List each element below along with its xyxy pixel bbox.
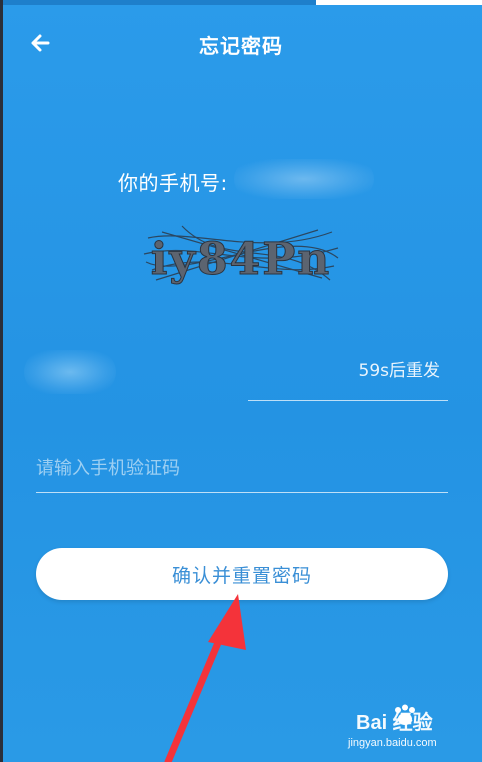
- phone-label: 你的手机号:: [118, 171, 228, 195]
- status-bar-white-segment: [316, 0, 482, 5]
- code-underline: [248, 400, 448, 401]
- annotation-arrow-icon: [164, 594, 246, 762]
- captcha-image[interactable]: iy84Pn: [142, 218, 340, 296]
- paw-icon: [395, 704, 415, 725]
- resend-countdown[interactable]: 59s后重发: [359, 356, 441, 381]
- sms-underline: [36, 492, 448, 493]
- captcha-input-blurred[interactable]: [24, 350, 116, 394]
- phone-number-row: 你的手机号:: [118, 159, 374, 199]
- sms-code-input[interactable]: [36, 448, 448, 488]
- watermark: Bai 经验 jingyan.baidu.com: [348, 704, 466, 752]
- watermark-url: jingyan.baidu.com: [348, 737, 437, 749]
- phone-number-blurred: [234, 159, 374, 199]
- page-title: 忘记密码: [199, 34, 283, 58]
- top-status-strip: [0, 0, 482, 5]
- left-edge-bar: [0, 0, 3, 762]
- captcha-text: iy84Pn: [151, 234, 332, 285]
